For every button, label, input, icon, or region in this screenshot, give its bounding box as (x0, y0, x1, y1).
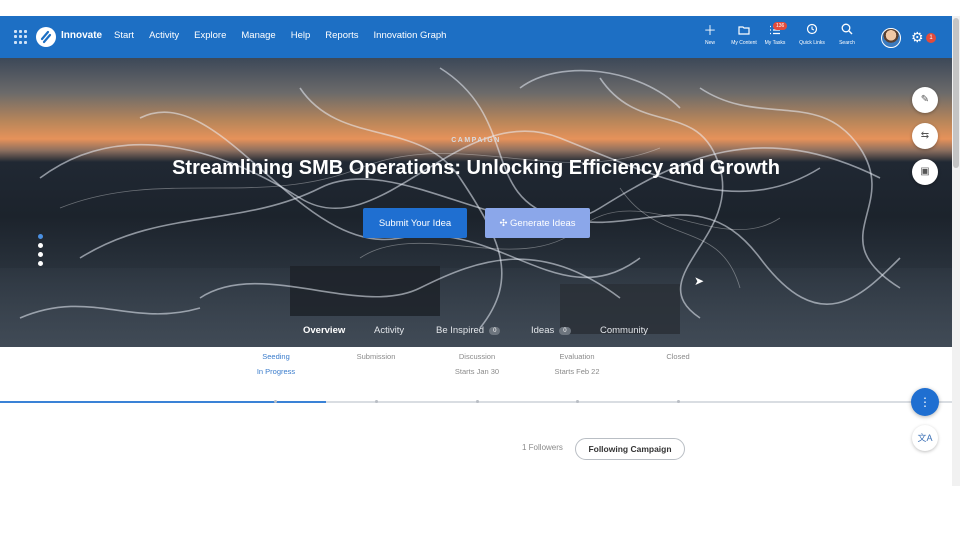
tab-ideas-label: Ideas (531, 325, 555, 336)
scrollbar-thumb[interactable] (953, 18, 959, 168)
app-grid-icon[interactable] (14, 30, 28, 44)
campaign-hero-banner: CAMPAIGN Streamlining SMB Operations: Un… (0, 58, 952, 347)
phase-discussion[interactable]: Discussion Starts Jan 30 (437, 352, 517, 376)
carousel-dot-4[interactable] (38, 261, 43, 266)
phase-name: Seeding (262, 352, 290, 361)
generate-ideas-button[interactable]: ✣ Generate Ideas (485, 208, 590, 238)
carousel-dot-3[interactable] (38, 252, 43, 257)
phase-evaluation[interactable]: Evaluation Starts Feb 22 (537, 352, 617, 376)
phase-name: Discussion (458, 352, 496, 361)
phase-tick (677, 400, 680, 403)
notification-badge: 1 (926, 33, 936, 43)
phase-status: Starts Jan 30 (454, 367, 500, 376)
user-avatar[interactable] (881, 28, 901, 48)
sparkle-icon: ✣ (499, 217, 508, 229)
nav-manage[interactable]: Manage (241, 30, 275, 41)
mouse-cursor-icon: ➤ (694, 274, 705, 288)
new-button[interactable]: ＋ New (701, 23, 719, 55)
folder-icon (728, 23, 760, 39)
tab-ideas[interactable]: Ideas 0 (531, 325, 571, 336)
phase-tick (274, 400, 277, 403)
innovate-logo[interactable] (36, 27, 56, 47)
tab-overview[interactable]: Overview (303, 325, 345, 336)
layout-panel-icon[interactable]: ▣ (912, 159, 938, 185)
search-button[interactable]: Search (836, 23, 858, 55)
submit-idea-button[interactable]: Submit Your Idea (363, 208, 467, 238)
brand-name[interactable]: Innovate (61, 30, 102, 41)
campaign-phases: Seeding In Progress Submission Discussio… (0, 352, 952, 392)
phase-submission[interactable]: Submission (336, 352, 416, 367)
tab-community[interactable]: Community (600, 325, 648, 336)
nav-activity[interactable]: Activity (149, 30, 179, 41)
page-scrollbar[interactable] (952, 16, 960, 486)
nav-reports[interactable]: Reports (325, 30, 358, 41)
tab-be-inspired[interactable]: Be Inspired 0 (436, 325, 501, 336)
phase-name: Evaluation (559, 352, 595, 361)
gear-icon[interactable]: ⚙ (911, 28, 924, 46)
phase-tick (476, 400, 479, 403)
history-icon (797, 23, 827, 39)
phase-progress-fill (0, 401, 326, 403)
quick-links-button[interactable]: Quick Links (797, 23, 827, 55)
tab-activity[interactable]: Activity (374, 325, 404, 336)
generate-ideas-label: Generate Ideas (510, 217, 576, 229)
nav-start[interactable]: Start (114, 30, 134, 41)
more-actions-icon[interactable]: ⋮ (911, 388, 939, 416)
search-icon (836, 23, 858, 39)
tab-count-badge: 0 (559, 327, 571, 335)
tab-be-inspired-label: Be Inspired (436, 325, 485, 336)
nav-explore[interactable]: Explore (194, 30, 226, 41)
top-navigation-bar: Innovate Start Activity Explore Manage H… (0, 16, 952, 58)
tab-count-badge: 0 (489, 327, 501, 335)
phase-seeding[interactable]: Seeding In Progress (236, 352, 316, 376)
edit-pencil-icon[interactable]: ✎ (912, 87, 938, 113)
tasks-count-badge: 136 (773, 22, 788, 30)
app-window: Innovate Start Activity Explore Manage H… (0, 16, 952, 486)
my-content-button[interactable]: My Content (728, 23, 760, 55)
plus-icon: ＋ (703, 23, 717, 38)
carousel-dots (38, 234, 43, 270)
phase-status: Starts Feb 22 (554, 367, 600, 376)
carousel-dot-2[interactable] (38, 243, 43, 248)
nav-innovation-graph[interactable]: Innovation Graph (374, 30, 447, 41)
followers-count[interactable]: 1 Followers (522, 443, 563, 452)
phase-tick (375, 400, 378, 403)
my-tasks-button[interactable]: 136 My Tasks (763, 22, 788, 55)
following-campaign-button[interactable]: Following Campaign (575, 438, 685, 460)
phase-name: Submission (356, 352, 396, 361)
main-nav: Start Activity Explore Manage Help Repor… (114, 30, 446, 41)
phase-status: In Progress (256, 367, 296, 376)
phase-closed[interactable]: Closed (638, 352, 718, 367)
campaign-kicker: CAMPAIGN (451, 137, 501, 144)
translate-icon[interactable]: 文A (912, 425, 938, 451)
campaign-title: Streamlining SMB Operations: Unlocking E… (172, 157, 780, 179)
phase-name: Closed (666, 352, 690, 361)
light-streaks-image (19, 67, 901, 329)
carousel-dot-1[interactable] (38, 234, 43, 239)
phase-tick (576, 400, 579, 403)
settings-sliders-icon[interactable]: ⇆ (912, 123, 938, 149)
nav-help[interactable]: Help (291, 30, 311, 41)
